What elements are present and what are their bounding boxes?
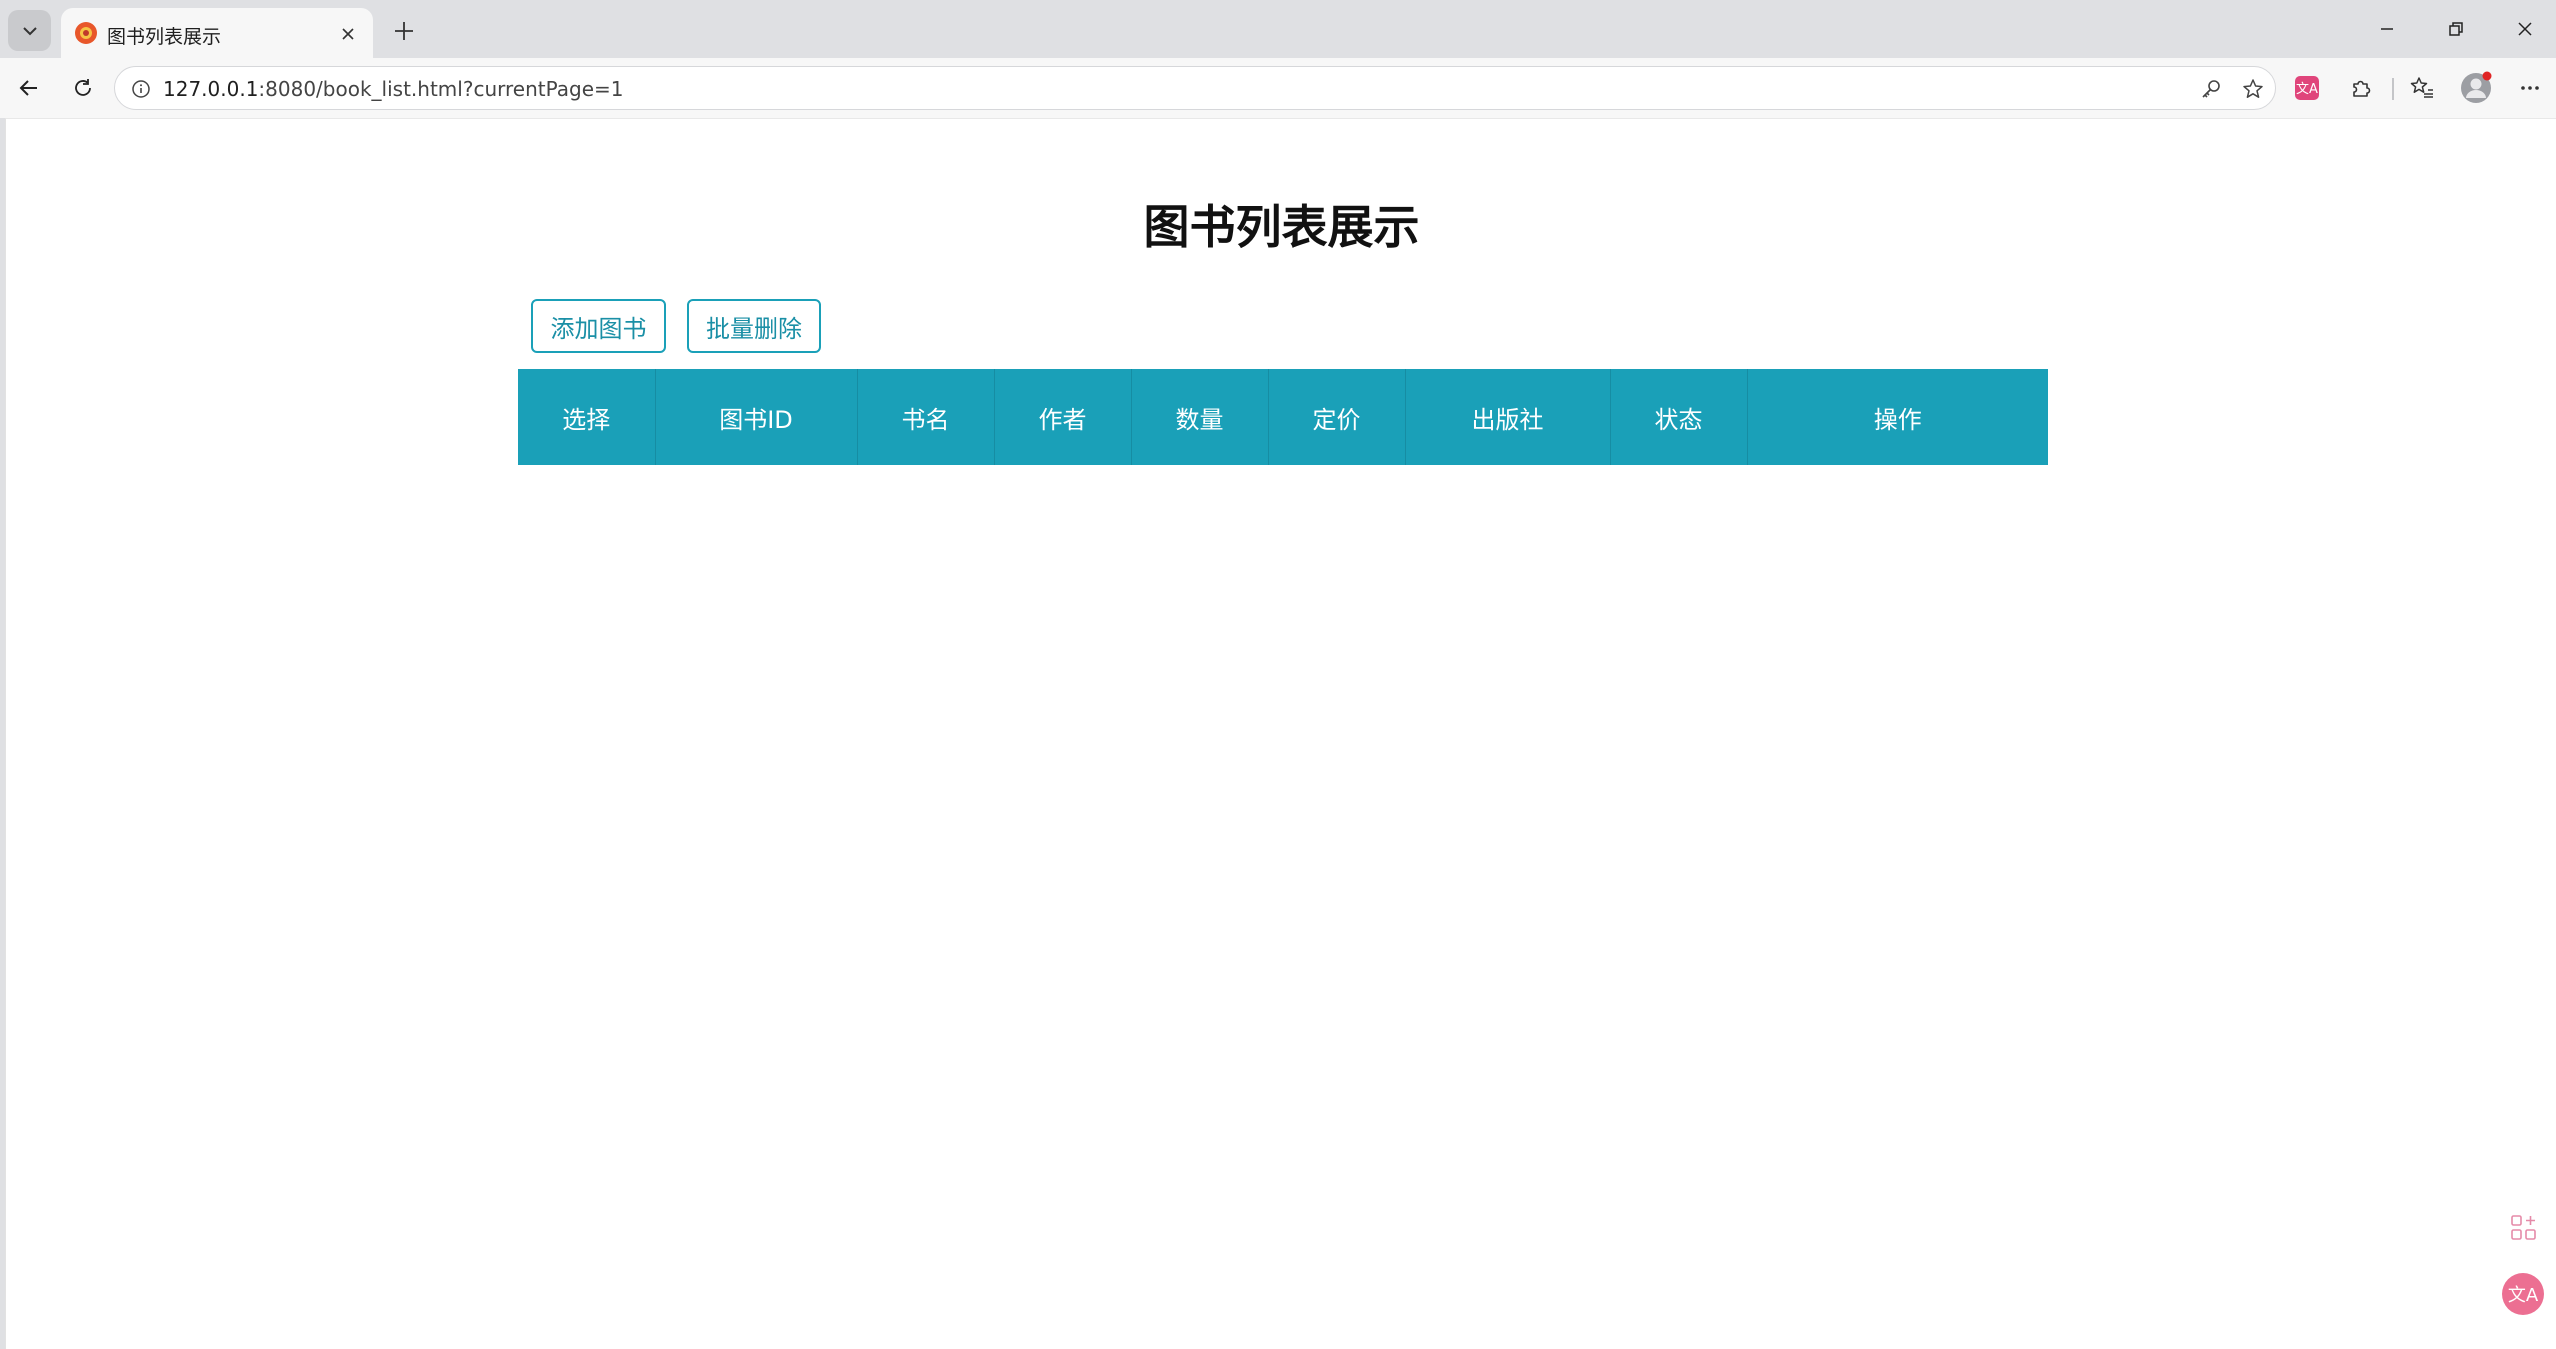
restore-button[interactable] [2421, 0, 2491, 58]
more-icon [2521, 86, 2539, 90]
tab-title: 图书列表展示 [107, 26, 222, 48]
column-header-price: 定价 [1268, 369, 1406, 465]
favorites-icon [2410, 77, 2433, 98]
column-header-status: 状态 [1610, 369, 1748, 465]
chevron-down-icon [22, 26, 37, 35]
column-header-actions: 操作 [1747, 369, 2048, 465]
back-icon [19, 80, 37, 96]
gear-favicon-icon [75, 22, 97, 44]
batch-delete-button[interactable]: 批量删除 [687, 299, 821, 353]
key-icon [2202, 80, 2220, 98]
page-title: 图书列表展示 [1143, 200, 1420, 254]
restore-icon [2449, 22, 2463, 36]
new-tab-button[interactable] [383, 10, 425, 52]
url-host: 127.0.0.1 [163, 77, 259, 101]
url-text[interactable]: 127.0.0.1:8080/book_list.html?currentPag… [163, 77, 624, 101]
address-bar[interactable]: 127.0.0.1:8080/book_list.html?currentPag… [114, 66, 2276, 110]
apps-float-button[interactable] [2501, 1205, 2547, 1251]
tab-list-button[interactable] [8, 10, 51, 51]
column-header-select: 选择 [518, 369, 656, 465]
more-menu-button[interactable] [2509, 67, 2551, 109]
add-book-button[interactable]: 添加图书 [531, 299, 666, 353]
minimize-icon [2381, 28, 2393, 30]
column-header-quantity: 数量 [1131, 369, 1269, 465]
svg-text:文A: 文A [2296, 82, 2318, 97]
site-info-icon [132, 80, 150, 98]
password-key-button[interactable] [2193, 71, 2229, 107]
column-header-book-id: 图书ID [655, 369, 858, 465]
toolbar-separator [2392, 78, 2394, 100]
window-close-icon [2518, 22, 2532, 36]
column-header-publisher: 出版社 [1405, 369, 1611, 465]
tab-close-button[interactable] [331, 17, 365, 51]
translate-float-button[interactable]: 文A [2500, 1271, 2546, 1317]
star-icon [2243, 79, 2263, 98]
book-table: 选择 图书ID 书名 作者 数量 定价 出版社 状态 操作 [518, 369, 2048, 465]
svg-text:文A: 文A [2508, 1285, 2539, 1306]
column-header-title: 书名 [857, 369, 995, 465]
table-header-row: 选择 图书ID 书名 作者 数量 定价 出版社 状态 操作 [518, 369, 2048, 465]
back-button[interactable] [8, 67, 50, 109]
column-header-author: 作者 [994, 369, 1132, 465]
profile-icon [2461, 71, 2492, 103]
apps-add-icon [2511, 1215, 2536, 1240]
url-path: :8080/book_list.html?currentPage=1 [258, 77, 624, 101]
browser-toolbar: 127.0.0.1:8080/book_list.html?currentPag… [0, 58, 2556, 118]
translate-icon: 文A [2502, 1273, 2544, 1315]
window-close-button[interactable] [2490, 0, 2556, 58]
profile-button[interactable] [2455, 67, 2497, 109]
tab-strip: 图书列表展示 [0, 0, 2556, 60]
favorites-button[interactable] [2401, 67, 2443, 109]
extensions-button[interactable] [2340, 67, 2382, 109]
plus-icon [395, 22, 413, 40]
reload-icon [75, 79, 91, 96]
favorite-star-button[interactable] [2235, 71, 2271, 107]
site-info-button[interactable] [125, 73, 157, 105]
translate-extension-button[interactable]: 文A [2286, 67, 2328, 109]
translate-extension-icon: 文A [2295, 76, 2319, 100]
reload-button[interactable] [62, 67, 104, 109]
browser-tab[interactable]: 图书列表展示 [61, 8, 373, 60]
minimize-button[interactable] [2352, 0, 2422, 58]
close-icon [342, 28, 354, 40]
page-content: 图书列表展示 添加图书 批量删除 选择 图书ID 书名 作者 数量 定价 出版社… [5, 118, 2556, 1349]
extensions-icon [2353, 80, 2371, 97]
